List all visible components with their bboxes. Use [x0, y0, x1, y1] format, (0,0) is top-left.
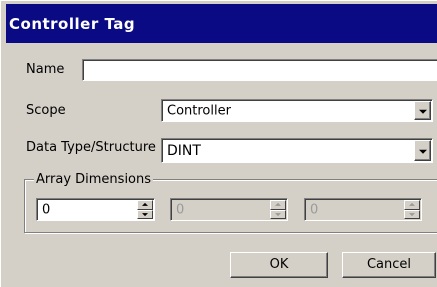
dimension-2-spinbox: 0	[304, 198, 422, 221]
chevron-down-icon	[418, 109, 427, 114]
ok-button[interactable]: OK	[230, 252, 328, 278]
scope-select[interactable]: Controller	[161, 99, 433, 122]
name-input[interactable]	[82, 59, 437, 81]
dimension-2-spinner	[404, 200, 420, 219]
dimension-0-increment[interactable]	[137, 200, 153, 210]
dimension-0-spinbox[interactable]: 0	[36, 198, 155, 221]
dimension-1-spinner	[270, 200, 286, 219]
data-type-dropdown-button[interactable]	[414, 140, 431, 161]
spin-down-icon	[275, 213, 281, 217]
dimension-1-decrement	[270, 209, 286, 219]
data-type-select-value: DINT	[167, 142, 201, 159]
name-label: Name	[26, 62, 65, 77]
dimension-0-value: 0	[42, 202, 51, 217]
data-type-label: Data Type/Structure	[26, 140, 156, 155]
scope-label: Scope	[26, 103, 66, 118]
dimension-1-spinbox: 0	[170, 198, 288, 221]
dimension-0-decrement[interactable]	[137, 209, 153, 219]
scope-dropdown-button[interactable]	[414, 101, 431, 120]
dimension-2-decrement	[404, 209, 420, 219]
spin-down-icon	[142, 213, 148, 217]
spin-up-icon	[142, 202, 148, 206]
spin-up-icon	[409, 202, 415, 206]
spin-down-icon	[409, 213, 415, 217]
controller-tag-dialog: Controller Tag Name Scope Controller Dat…	[0, 0, 437, 287]
cancel-button[interactable]: Cancel	[342, 252, 436, 278]
dimension-0-spinner[interactable]	[137, 200, 153, 219]
scope-select-value: Controller	[167, 103, 231, 118]
data-type-select[interactable]: DINT	[161, 138, 433, 163]
dialog-title: Controller Tag	[6, 4, 437, 43]
dimension-2-increment	[404, 200, 420, 210]
array-dimensions-label: Array Dimensions	[34, 172, 154, 187]
spin-up-icon	[275, 202, 281, 206]
dimension-1-value: 0	[176, 202, 185, 217]
dimension-1-increment	[270, 200, 286, 210]
chevron-down-icon	[418, 149, 427, 154]
dimension-2-value: 0	[310, 202, 319, 217]
